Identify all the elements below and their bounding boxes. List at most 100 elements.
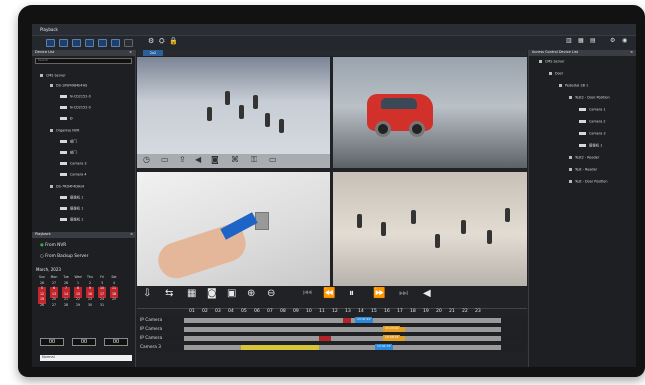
time-picker[interactable]: 00 00 00 [40,338,132,346]
zoom-out-icon[interactable]: ⊖ [267,289,275,299]
tree-item-device[interactable]: DS-7RD4F4DAs4 [50,185,84,189]
export-icon[interactable]: ⇩ [143,289,151,299]
timeline-track[interactable]: Camera 3 13:41:33 [137,344,527,352]
camera-icon [579,132,586,135]
search-input[interactable]: Search [36,58,48,62]
access-control-panel: Access Control Device List × CMS Server D… [528,50,636,367]
tree-item-camera[interactable]: Camera 1 [579,108,606,112]
skip-back-icon[interactable]: ⏮ [303,289,312,299]
person-figure [357,214,362,228]
gear-icon[interactable]: ⚙ [610,38,615,44]
tree-item-camera[interactable]: Ð [60,117,73,121]
calendar-month: March, 2023 [36,267,61,272]
fast-forward-icon[interactable]: ⏩ [373,289,385,299]
source-nvr-option[interactable]: ● From NVR [40,243,66,248]
device-list-header: Device List × [32,50,135,56]
close-icon[interactable]: × [630,50,633,55]
tree-item-camera[interactable]: Camera 3 [60,162,87,166]
user-icon[interactable]: ◉ [622,38,627,44]
tree-item-door-position[interactable]: Test2 - Door Position [569,96,610,100]
tree-item-reader[interactable]: Test2 - Reader [569,156,599,160]
tree-item-cms-server[interactable]: CMS Server [539,60,565,64]
tree-item-camera[interactable]: N-CD2152-0 [60,95,91,99]
grid-icon[interactable]: ▥ [566,38,572,44]
tree-item-door-position[interactable]: Test - Door Position [569,180,608,184]
lock-icon[interactable]: 🔒 [169,38,178,45]
grid-icon[interactable]: ▦ [578,38,584,44]
device-icon [50,129,53,132]
person-figure [279,119,284,133]
recording-bar[interactable] [184,336,501,341]
reverse-play-icon[interactable]: ◀ [423,289,431,299]
layout-1-button[interactable] [46,39,55,47]
recording-bar[interactable] [184,327,501,332]
timeline-track[interactable]: IP Camera 13:47:22 [137,317,527,325]
tools-icon[interactable]: ⛭ [159,38,165,45]
timeline-ruler[interactable]: 01 02 03 04 05 06 07 08 09 10 11 12 13 1… [137,308,527,317]
second-field[interactable]: 00 [104,338,128,346]
tree-item-camera[interactable]: 摄像机 1 [60,207,83,211]
timeline-track[interactable]: IP Camera 15:23:40 [137,326,527,334]
snapshot-icon[interactable]: ◙ [211,156,219,164]
layout-6-button[interactable] [72,39,81,47]
video-cell-1[interactable]: ◷ ▭ ⇪ ◀ ◙ ⌘ ⚿ ▭ [137,57,330,168]
video-cell-3[interactable] [137,172,330,286]
calendar-icon[interactable]: ▦ [187,289,196,299]
layout-16-button[interactable] [111,39,120,47]
ptz-icon[interactable]: ⌘ [231,156,239,164]
lock-icon[interactable]: ⚿ [251,156,257,164]
app-screen: Playback ⚙ ⛭ 🔒 ▥ ▦ ▤ ⚙ ◉ Device List × S… [32,24,636,367]
clip-icon[interactable]: ▣ [227,289,236,299]
tree-item-camera[interactable]: N-CD2152-0 [60,106,91,110]
camera-icon[interactable]: ◙ [207,289,217,299]
skip-forward-icon[interactable]: ⏭ [399,289,408,299]
more-icon[interactable]: ▭ [269,156,277,164]
tree-item-door[interactable]: Door [549,72,563,76]
gear-icon[interactable]: ⚙ [148,38,154,45]
tree-item-camera[interactable]: 摄像机 1 [60,196,83,200]
video-cell-4[interactable] [333,172,527,286]
camera-icon [60,162,67,165]
rewind-icon[interactable]: ⏪ [323,289,335,299]
playback-header: Playback × [32,232,136,238]
pause-icon[interactable]: ⏸ [349,289,354,299]
speaker-icon[interactable]: ◀ [195,156,201,164]
tree-item-camera[interactable]: Camera 3 [579,132,606,136]
red-car [367,94,433,137]
tree-item-camera[interactable]: Camera 2 [579,120,606,124]
zoom-icon[interactable]: ▭ [161,156,169,164]
search-box[interactable]: Search [35,58,132,64]
grid-icon[interactable]: ▤ [590,38,596,44]
timeline-track[interactable]: IP Camera 15:58:34 [137,335,527,343]
tree-item-cms-server[interactable]: CMS Server [40,74,66,78]
tree-item-device[interactable]: Organise NVR [50,129,79,133]
clock-icon[interactable]: ◷ [143,156,150,164]
tree-item-reader[interactable]: Test - Reader [569,168,597,172]
close-icon[interactable]: × [129,50,132,55]
close-icon[interactable]: × [130,232,133,237]
hour-field[interactable]: 00 [40,338,64,346]
sync-icon[interactable]: ⇆ [165,289,173,299]
tab-2x2[interactable]: 2x2 [143,50,163,56]
zoom-in-icon[interactable]: ⊕ [247,289,255,299]
tree-item-camera[interactable]: 部门 [60,151,77,155]
tree-item-camera[interactable]: 部门 [60,140,77,144]
tree-item-pedestal[interactable]: Pedestal 2B 1 [559,84,588,88]
export-icon[interactable]: ⇪ [179,156,186,164]
fullscreen-button[interactable] [124,39,133,47]
tree-item-camera[interactable]: Camera 4 [60,173,87,177]
layout-9-button[interactable] [98,39,107,47]
video-cell-2[interactable] [333,57,527,168]
device-icon [50,185,53,188]
tree-item-camera[interactable]: 摄像机 1 [579,144,602,148]
layout-4-button[interactable] [59,39,68,47]
tree-item-device[interactable]: DS-10W4984E4HS [50,84,87,88]
layout-8-button[interactable] [85,39,94,47]
person-figure [487,230,492,244]
source-backup-option[interactable]: ○ From Backup Server [40,254,88,259]
tree-item-camera[interactable]: 摄像机 1 [60,218,83,222]
mode-select[interactable]: Normal [40,355,132,361]
recording-bar[interactable] [184,345,501,350]
minute-field[interactable]: 00 [72,338,96,346]
calendar-grid[interactable]: Sun Mon Tue Wed Thu Fri Sat 26 27 28 1 2 3 4 5… [36,276,120,309]
